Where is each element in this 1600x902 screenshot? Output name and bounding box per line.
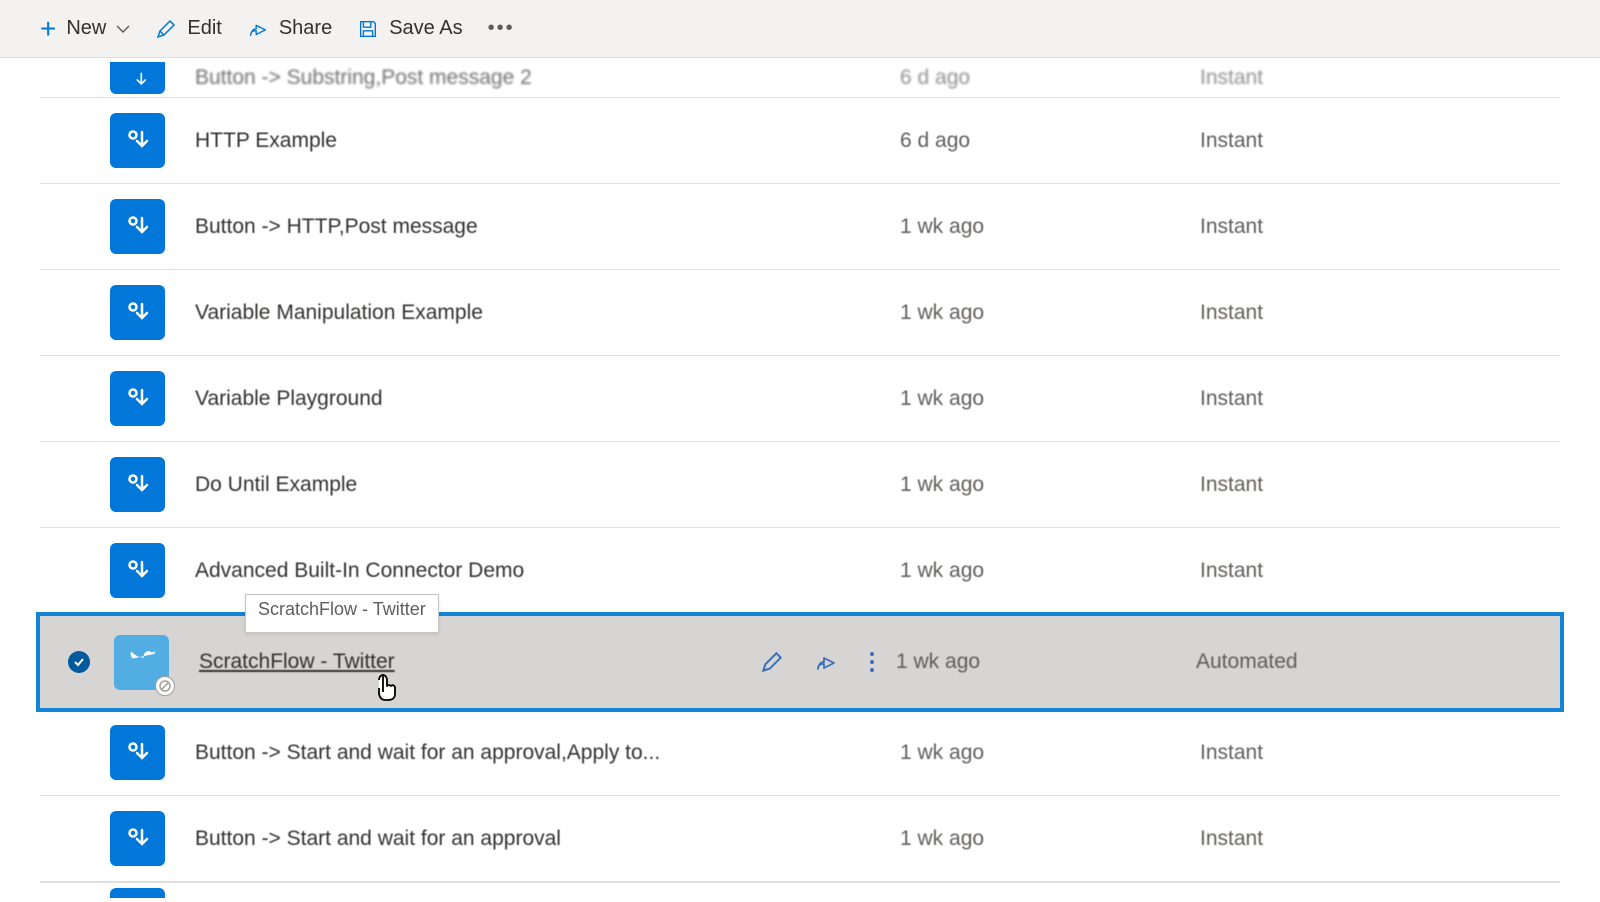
- more-icon[interactable]: [868, 650, 876, 674]
- flow-modified: 6 d ago: [900, 66, 1200, 90]
- saveas-button[interactable]: Save As: [357, 17, 462, 40]
- disabled-icon: [155, 676, 175, 696]
- share-icon: [247, 18, 269, 40]
- more-button[interactable]: •••: [488, 17, 515, 40]
- flow-trigger-icon: [110, 285, 165, 340]
- flow-modified: 6 d ago: [900, 129, 1200, 153]
- flow-trigger-icon: [110, 811, 165, 866]
- flow-name[interactable]: Button -> HTTP,Post message: [170, 215, 700, 239]
- share-label: Share: [279, 17, 332, 40]
- flow-row[interactable]: Variable Playground 1 wk ago Instant: [40, 356, 1560, 442]
- flow-trigger-icon: [110, 888, 165, 898]
- flow-row[interactable]: Button -> Start and wait for an approval…: [40, 796, 1560, 882]
- ellipsis-icon: •••: [488, 17, 515, 40]
- edit-icon[interactable]: [760, 650, 784, 674]
- new-label: New: [66, 17, 106, 40]
- flow-type: Instant: [1200, 741, 1560, 765]
- saveas-label: Save As: [389, 17, 462, 40]
- flow-name[interactable]: Do Until Example: [170, 473, 700, 497]
- flow-trigger-icon: [110, 543, 165, 598]
- flow-trigger-icon: [110, 371, 165, 426]
- flow-modified: 1 wk ago: [896, 650, 1196, 674]
- flow-name[interactable]: Variable Playground: [170, 387, 700, 411]
- flow-row[interactable]: Do Until Example 1 wk ago Instant: [40, 442, 1560, 528]
- flow-trigger-icon: [110, 62, 165, 94]
- plus-icon: +: [40, 15, 56, 43]
- share-button[interactable]: Share: [247, 17, 332, 40]
- chevron-down-icon: [116, 24, 130, 34]
- flow-modified: 1 wk ago: [900, 473, 1200, 497]
- flow-type: Automated: [1196, 650, 1556, 674]
- flow-name[interactable]: Button -> Substring,Post message 2: [170, 66, 700, 90]
- flow-name[interactable]: Button -> Start and wait for an approval: [170, 827, 700, 851]
- flow-type: Instant: [1200, 301, 1560, 325]
- flow-row[interactable]: Button -> HTTP,Post message 1 wk ago Ins…: [40, 184, 1560, 270]
- twitter-icon: [114, 635, 169, 690]
- flow-row[interactable]: Button -> Start and wait for an approval…: [40, 710, 1560, 796]
- flow-type: Instant: [1200, 559, 1560, 583]
- save-icon: [357, 18, 379, 40]
- flow-modified: 1 wk ago: [900, 215, 1200, 239]
- tooltip: ScratchFlow - Twitter: [245, 594, 439, 632]
- edit-label: Edit: [187, 17, 221, 40]
- flow-modified: 1 wk ago: [900, 741, 1200, 765]
- command-bar: + New Edit Share Save As •••: [0, 0, 1600, 58]
- flow-trigger-icon: [110, 199, 165, 254]
- flow-row-selected[interactable]: ScratchFlow - Twitter ScratchFlow - Twit…: [36, 612, 1564, 712]
- flow-type: Instant: [1200, 215, 1560, 239]
- flow-name[interactable]: Advanced Built-In Connector Demo: [170, 559, 700, 583]
- flow-row[interactable]: Variable Manipulation Example 1 wk ago I…: [40, 270, 1560, 356]
- flow-modified: 1 wk ago: [900, 559, 1200, 583]
- flow-type: Instant: [1200, 129, 1560, 153]
- flow-type: Instant: [1200, 473, 1560, 497]
- flow-trigger-icon: [110, 725, 165, 780]
- flow-modified: 1 wk ago: [900, 827, 1200, 851]
- flow-trigger-icon: [110, 113, 165, 168]
- pencil-icon: [155, 18, 177, 40]
- flow-modified: 1 wk ago: [900, 387, 1200, 411]
- flow-modified: 1 wk ago: [900, 301, 1200, 325]
- new-button[interactable]: + New: [40, 15, 130, 43]
- flow-trigger-icon: [110, 457, 165, 512]
- flow-type: Instant: [1200, 387, 1560, 411]
- edit-button[interactable]: Edit: [155, 17, 221, 40]
- flow-row-partial[interactable]: Button -> Substring,Post message 2 6 d a…: [40, 58, 1560, 98]
- flow-name[interactable]: Button -> Start and wait for an approval…: [170, 741, 700, 765]
- cursor-icon: [375, 672, 401, 702]
- flow-name[interactable]: HTTP Example: [170, 129, 700, 153]
- flow-type: Instant: [1200, 827, 1560, 851]
- flow-row-partial[interactable]: [40, 882, 1560, 902]
- checkmark-icon[interactable]: [68, 651, 90, 673]
- flow-type: Instant: [1200, 66, 1560, 90]
- share-icon[interactable]: [814, 650, 838, 674]
- flow-name[interactable]: Variable Manipulation Example: [170, 301, 700, 325]
- flow-row[interactable]: HTTP Example 6 d ago Instant: [40, 98, 1560, 184]
- flow-name[interactable]: ScratchFlow - Twitter: [174, 650, 696, 674]
- flow-list: Button -> Substring,Post message 2 6 d a…: [0, 58, 1600, 902]
